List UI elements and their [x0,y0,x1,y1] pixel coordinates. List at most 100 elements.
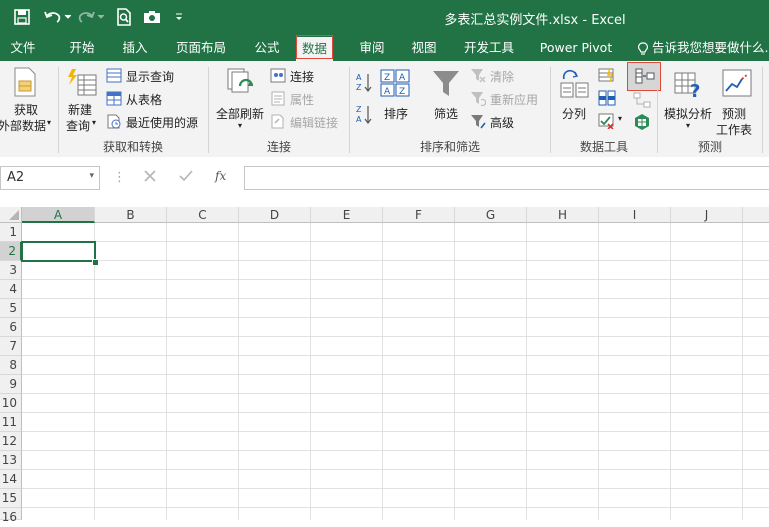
what-if-analysis-button[interactable]: ? 模拟分析 ▾ [662,65,714,133]
forecast-sheet-button[interactable]: 预测 工作表 [716,65,758,137]
remove-duplicates-button[interactable] [598,90,618,108]
column-header-d[interactable]: D [239,207,311,223]
gridline [238,223,239,520]
row-header-1[interactable]: 1 [0,223,22,242]
reapply-button[interactable]: 重新应用 [470,90,546,108]
column-header-g[interactable]: G [455,207,527,223]
column-header-f[interactable]: F [383,207,455,223]
data-validation-icon [598,113,614,129]
consolidate-button[interactable] [627,62,661,91]
row-header-9[interactable]: 9 [0,375,22,394]
customize-qat-icon[interactable] [172,7,186,27]
column-header-h[interactable]: H [527,207,599,223]
column-header-c[interactable]: C [167,207,239,223]
what-if-icon: ? [674,69,704,99]
column-header-k[interactable] [743,207,769,223]
row-header-10[interactable]: 10 [0,394,22,413]
get-external-data-button[interactable]: 获取 外部数据 ▾ [0,65,58,133]
row-header-15[interactable]: 15 [0,489,22,508]
properties-button[interactable]: 属性 [270,90,340,108]
insert-function-icon[interactable]: fx [215,169,226,183]
row-header-7[interactable]: 7 [0,337,22,356]
camera-icon[interactable] [141,7,163,27]
confirm-entry-icon[interactable] [178,169,194,183]
advanced-filter-button[interactable]: 高级 [470,113,530,131]
selected-cell-a2[interactable] [21,241,96,262]
properties-label: 属性 [290,93,315,107]
refresh-all-button[interactable]: 全部刷新 ▾ [212,65,270,133]
redo-icon[interactable] [78,7,106,27]
row-header-5[interactable]: 5 [0,299,22,318]
reapply-label: 重新应用 [490,93,539,107]
formula-input[interactable] [244,166,769,190]
chevron-down-icon[interactable]: ▾ [89,171,94,181]
gridline [22,488,769,489]
tab-developer[interactable]: 开发工具 [458,35,520,61]
row-header-3[interactable]: 3 [0,261,22,280]
group-label-data-tools: 数据工具 [579,140,628,154]
filter-button[interactable]: 筛选 [426,65,466,133]
column-header-a[interactable]: A [22,207,95,223]
select-all-corner[interactable] [0,207,22,223]
undo-icon[interactable] [42,7,72,27]
row-header-16[interactable]: 16 [0,508,22,524]
new-query-icon [66,67,98,97]
row-header-11[interactable]: 11 [0,413,22,432]
sort-ascending-button[interactable]: AZ [354,71,374,93]
tab-review[interactable]: 审阅 [352,35,392,61]
window-title: 多表汇总实例文件.xlsx - Excel [444,13,626,28]
column-header-j[interactable]: J [671,207,743,223]
fill-handle[interactable] [92,259,99,266]
connections-button[interactable]: 连接 [270,67,340,85]
formula-bar-grip-icon[interactable]: ⋮ [113,170,126,185]
row-header-6[interactable]: 6 [0,318,22,337]
gridline [742,223,743,520]
column-header-b[interactable]: B [95,207,167,223]
save-icon[interactable] [12,7,32,27]
gridline [22,412,769,413]
gridline [94,223,95,520]
row-header-13[interactable]: 13 [0,451,22,470]
tab-power-pivot[interactable]: Power Pivot [535,35,617,61]
edit-links-label: 编辑链接 [290,116,339,130]
new-query-button[interactable]: 新建 查询 ▾ [62,65,104,133]
tab-formulas[interactable]: 公式 [247,35,287,61]
edit-links-button[interactable]: 编辑链接 [270,113,346,131]
row-header-8[interactable]: 8 [0,356,22,375]
gridline [310,223,311,520]
text-to-columns-button[interactable]: 分列 [556,65,594,133]
name-box[interactable]: A2 ▾ [0,166,100,190]
tab-view[interactable]: 视图 [404,35,444,61]
get-external-line2: 外部数据 [0,119,47,133]
refresh-all-icon [226,67,256,97]
manage-data-model-button[interactable] [633,113,653,131]
sort-descending-button[interactable]: ZA [354,103,374,125]
title-bar: 多表汇总实例文件.xlsx - Excel [0,0,769,35]
relationships-button[interactable] [633,92,653,110]
data-validation-button[interactable]: ▾ [598,113,626,131]
clear-button[interactable]: 清除 [470,67,540,85]
tab-home[interactable]: 开始 [62,35,102,61]
row-header-2[interactable]: 2 [0,242,22,261]
show-queries-button[interactable]: 显示查询 [106,67,202,85]
gridline [382,223,383,520]
print-preview-icon[interactable] [114,7,134,27]
row-header-4[interactable]: 4 [0,280,22,299]
from-table-button[interactable]: 从表格 [106,90,202,108]
connections-label: 连接 [290,70,315,84]
sort-button[interactable]: ZAAZ 排序 [378,65,414,133]
row-header-14[interactable]: 14 [0,470,22,489]
recent-sources-button[interactable]: 最近使用的源 [106,113,206,131]
tell-me-box[interactable]: 告诉我您想要做什么... [638,35,769,61]
tab-insert[interactable]: 插入 [115,35,155,61]
gridline [22,317,769,318]
cancel-entry-icon[interactable] [143,169,157,183]
connections-icon [270,68,286,83]
column-header-i[interactable]: I [599,207,671,223]
flash-fill-button[interactable] [598,67,618,85]
tab-page-layout[interactable]: 页面布局 [170,35,232,61]
advanced-label: 高级 [490,116,515,130]
column-header-e[interactable]: E [311,207,383,223]
row-header-12[interactable]: 12 [0,432,22,451]
tab-file[interactable]: 文件 [4,35,42,61]
